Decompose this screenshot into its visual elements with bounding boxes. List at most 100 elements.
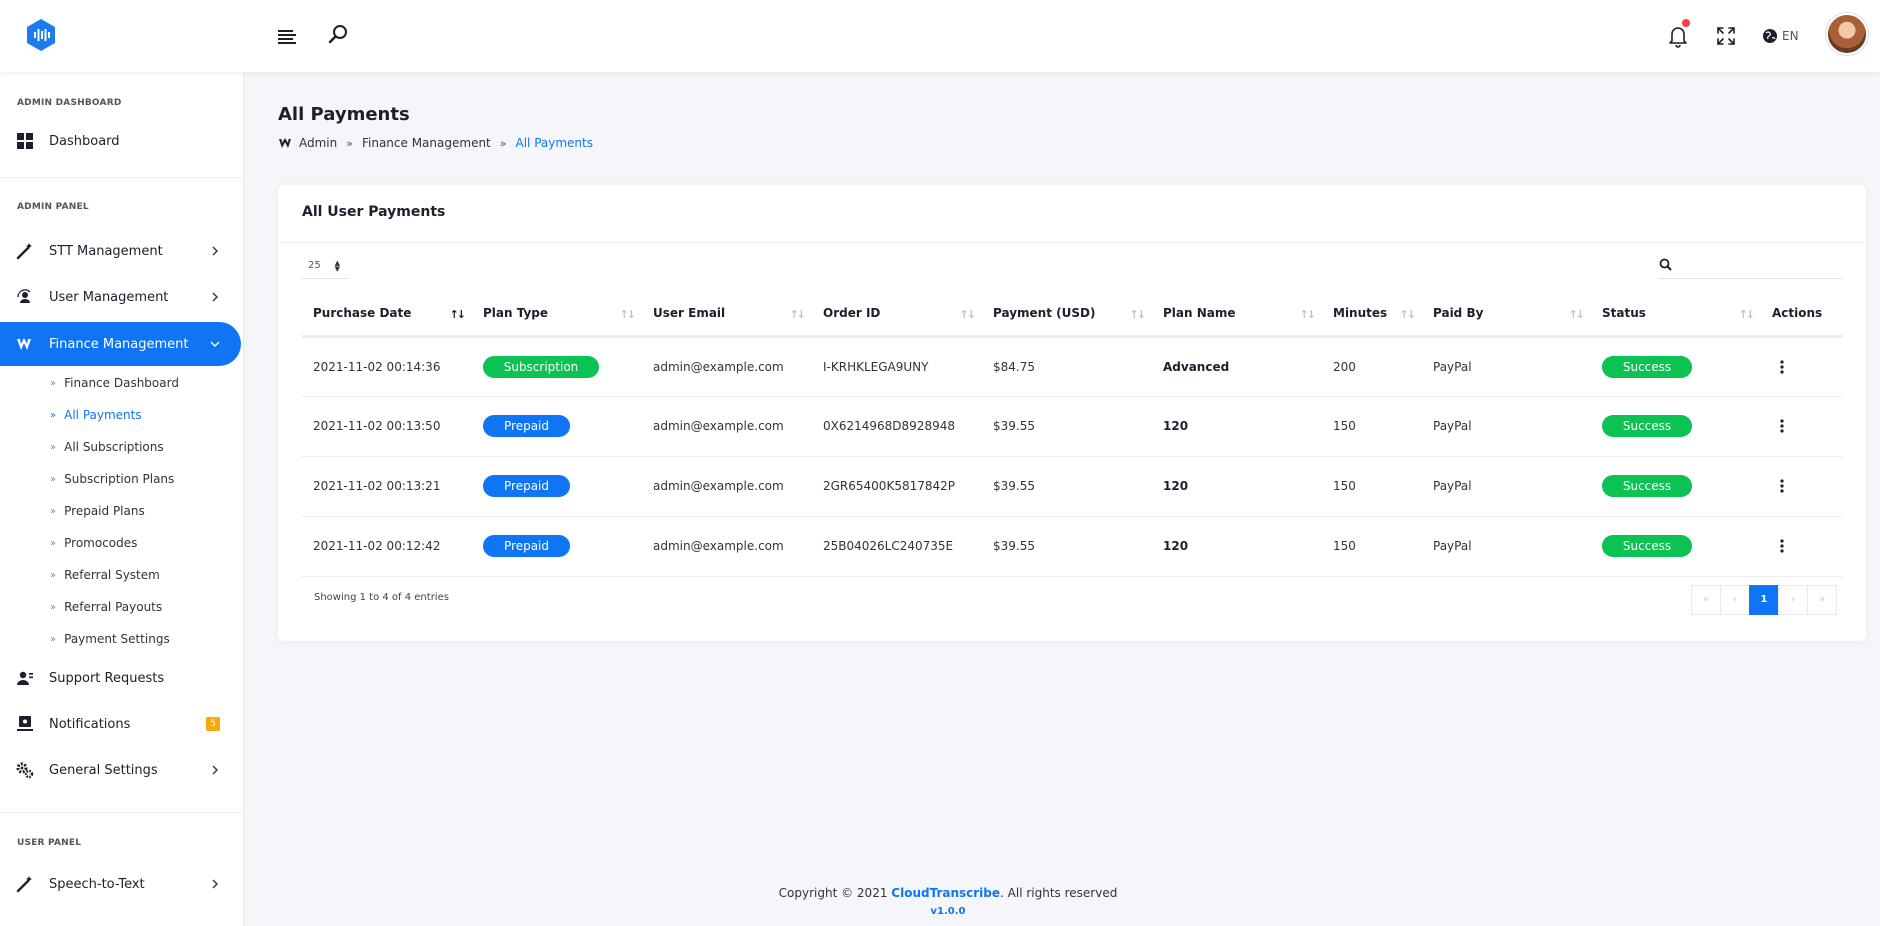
column-header-plan-name[interactable]: Plan Name ↑↓: [1152, 292, 1322, 338]
magic-wand-icon: [16, 243, 32, 260]
cell-order-id: 25B04026LC240735E: [812, 516, 982, 577]
sort-desc-icon: ↑↓: [449, 308, 467, 321]
sort-icon: ↑↓: [1399, 308, 1417, 321]
sidebar-item-dashboard[interactable]: Dashboard: [0, 119, 241, 163]
sidebar-subitem-referral-payouts[interactable]: » Referral Payouts: [50, 600, 162, 614]
section-title-user-panel: USER PANEL: [17, 838, 82, 848]
cell-payment: $39.55: [982, 516, 1152, 577]
cell-purchase-date: 2021-11-02 00:12:42: [302, 516, 472, 577]
pagination-last-button[interactable]: »: [1807, 585, 1837, 615]
column-header-purchase-date[interactable]: Purchase Date ↑↓: [302, 292, 472, 338]
sort-arrows-icon: ▲ ▼: [334, 259, 340, 273]
status-badge: Success: [1602, 415, 1692, 437]
cell-user-email: admin@example.com: [642, 516, 812, 577]
more-actions-icon[interactable]: [1774, 538, 1790, 554]
breadcrumb-finance-management[interactable]: Finance Management: [362, 136, 491, 150]
sidebar-subitem-promocodes[interactable]: » Promocodes: [50, 536, 137, 550]
sidebar-subitem-referral-system[interactable]: » Referral System: [50, 568, 160, 582]
plan-type-badge: Subscription: [483, 355, 599, 378]
sidebar-item-finance-management[interactable]: Finance Management: [0, 322, 241, 366]
table-search-input[interactable]: [1658, 253, 1842, 279]
sidebar-item-label: Finance Management: [49, 336, 189, 352]
footer-brand-link[interactable]: CloudTranscribe: [891, 886, 1000, 900]
column-header-plan-type[interactable]: Plan Type ↑↓: [472, 292, 642, 338]
column-header-order-id[interactable]: Order ID ↑↓: [812, 292, 982, 338]
more-actions-icon[interactable]: [1774, 418, 1790, 434]
sidebar-item-notifications[interactable]: Notifications 5: [0, 702, 241, 746]
status-badge: Success: [1602, 535, 1692, 557]
table-header-row: Purchase Date ↑↓ Plan Type ↑↓ User Email ↑↓…: [302, 292, 1843, 338]
page-length-select[interactable]: 25 ▲ ▼: [302, 255, 348, 279]
status-badge: Success: [1602, 355, 1692, 378]
top-bar: EN: [0, 0, 1880, 72]
cell-order-id: 0X6214968D8928948: [812, 396, 982, 457]
footer-copyright: Copyright © 2021 CloudTranscribe. All ri…: [778, 886, 1118, 900]
sidebar-subitem-payment-settings[interactable]: » Payment Settings: [50, 632, 170, 646]
user-avatar[interactable]: [1826, 13, 1868, 55]
more-actions-icon[interactable]: [1774, 478, 1790, 494]
menu-toggle-icon[interactable]: [276, 25, 298, 47]
chevron-right-icon: [212, 765, 218, 775]
page-title: All Payments: [278, 104, 410, 125]
column-header-user-email[interactable]: User Email ↑↓: [642, 292, 812, 338]
app-version: v1.0.0: [930, 906, 966, 917]
pagination-first-button[interactable]: «: [1691, 585, 1721, 615]
fullscreen-icon[interactable]: [1714, 24, 1738, 48]
sidebar: ADMIN DASHBOARD Dashboard ADMIN PANEL ST…: [0, 72, 244, 926]
sidebar-subitem-prepaid-plans[interactable]: » Prepaid Plans: [50, 504, 145, 518]
chevron-down-icon: [210, 341, 220, 347]
sidebar-item-user-management[interactable]: User Management: [0, 275, 241, 319]
sidebar-subitem-finance-dashboard[interactable]: » Finance Dashboard: [50, 376, 179, 390]
sidebar-subitem-all-subscriptions[interactable]: » All Subscriptions: [50, 440, 164, 454]
cell-payment: $84.75: [982, 336, 1152, 397]
sort-icon: ↑↓: [1568, 308, 1586, 321]
pagination-prev-button[interactable]: ‹: [1720, 585, 1750, 615]
app-logo-icon[interactable]: [26, 18, 56, 52]
cell-payment: $39.55: [982, 396, 1152, 457]
column-header-payment[interactable]: Payment (USD) ↑↓: [982, 292, 1152, 338]
sort-icon: ↑↓: [959, 308, 977, 321]
table-row: 2021-11-02 00:13:21 Prepaid admin@exampl…: [302, 456, 1843, 517]
sidebar-item-support-requests[interactable]: Support Requests: [0, 656, 241, 700]
language-selector[interactable]: EN: [1762, 24, 1799, 48]
table-row: 2021-11-02 00:14:36 Subscription admin@e…: [302, 336, 1843, 397]
cell-plan-name: 120: [1152, 456, 1322, 517]
cell-minutes: 150: [1322, 396, 1422, 457]
cell-user-email: admin@example.com: [642, 336, 812, 397]
sidebar-item-speech-to-text[interactable]: Speech-to-Text: [0, 862, 241, 906]
cell-purchase-date: 2021-11-02 00:13:50: [302, 396, 472, 457]
pagination-next-button[interactable]: ›: [1778, 585, 1808, 615]
cell-paid-by: PayPal: [1422, 516, 1591, 577]
breadcrumb: Admin » Finance Management » All Payment…: [278, 136, 593, 150]
column-header-status[interactable]: Status ↑↓: [1591, 292, 1761, 338]
sidebar-divider: [0, 812, 243, 813]
pagination: « ‹ 1 › »: [1691, 585, 1837, 615]
sidebar-item-label: General Settings: [49, 762, 158, 778]
section-title-admin-panel: ADMIN PANEL: [17, 202, 89, 212]
home-logo-icon: [279, 138, 291, 148]
sidebar-item-label: User Management: [49, 289, 169, 305]
column-header-actions: Actions: [1761, 292, 1843, 338]
cell-order-id: 2GR65400K5817842P: [812, 456, 982, 517]
breadcrumb-admin[interactable]: Admin: [299, 136, 337, 150]
sidebar-subitem-subscription-plans[interactable]: » Subscription Plans: [50, 472, 174, 486]
cell-purchase-date: 2021-11-02 00:13:21: [302, 456, 472, 517]
sidebar-subitem-all-payments[interactable]: » All Payments: [50, 408, 142, 422]
chevron-right-icon: [212, 246, 218, 256]
sidebar-item-general-settings[interactable]: General Settings: [0, 748, 241, 792]
sidebar-item-label: Support Requests: [49, 670, 165, 686]
user-sync-icon: [17, 289, 31, 303]
column-header-minutes[interactable]: Minutes ↑↓: [1322, 292, 1422, 338]
column-header-paid-by[interactable]: Paid By ↑↓: [1422, 292, 1591, 338]
sort-icon: ↑↓: [1738, 308, 1756, 321]
cell-plan-name: Advanced: [1152, 336, 1322, 397]
globe-icon: [1763, 29, 1777, 43]
sidebar-item-stt-management[interactable]: STT Management: [0, 229, 241, 273]
more-actions-icon[interactable]: [1774, 359, 1790, 375]
plan-type-badge: Prepaid: [483, 535, 570, 557]
search-icon[interactable]: [326, 23, 350, 47]
pagination-page-1[interactable]: 1: [1749, 585, 1779, 615]
sort-icon: ↑↓: [1299, 308, 1317, 321]
payments-table: Purchase Date ↑↓ Plan Type ↑↓ User Email ↑↓…: [302, 292, 1843, 577]
table-info: Showing 1 to 4 of 4 entries: [314, 592, 449, 603]
